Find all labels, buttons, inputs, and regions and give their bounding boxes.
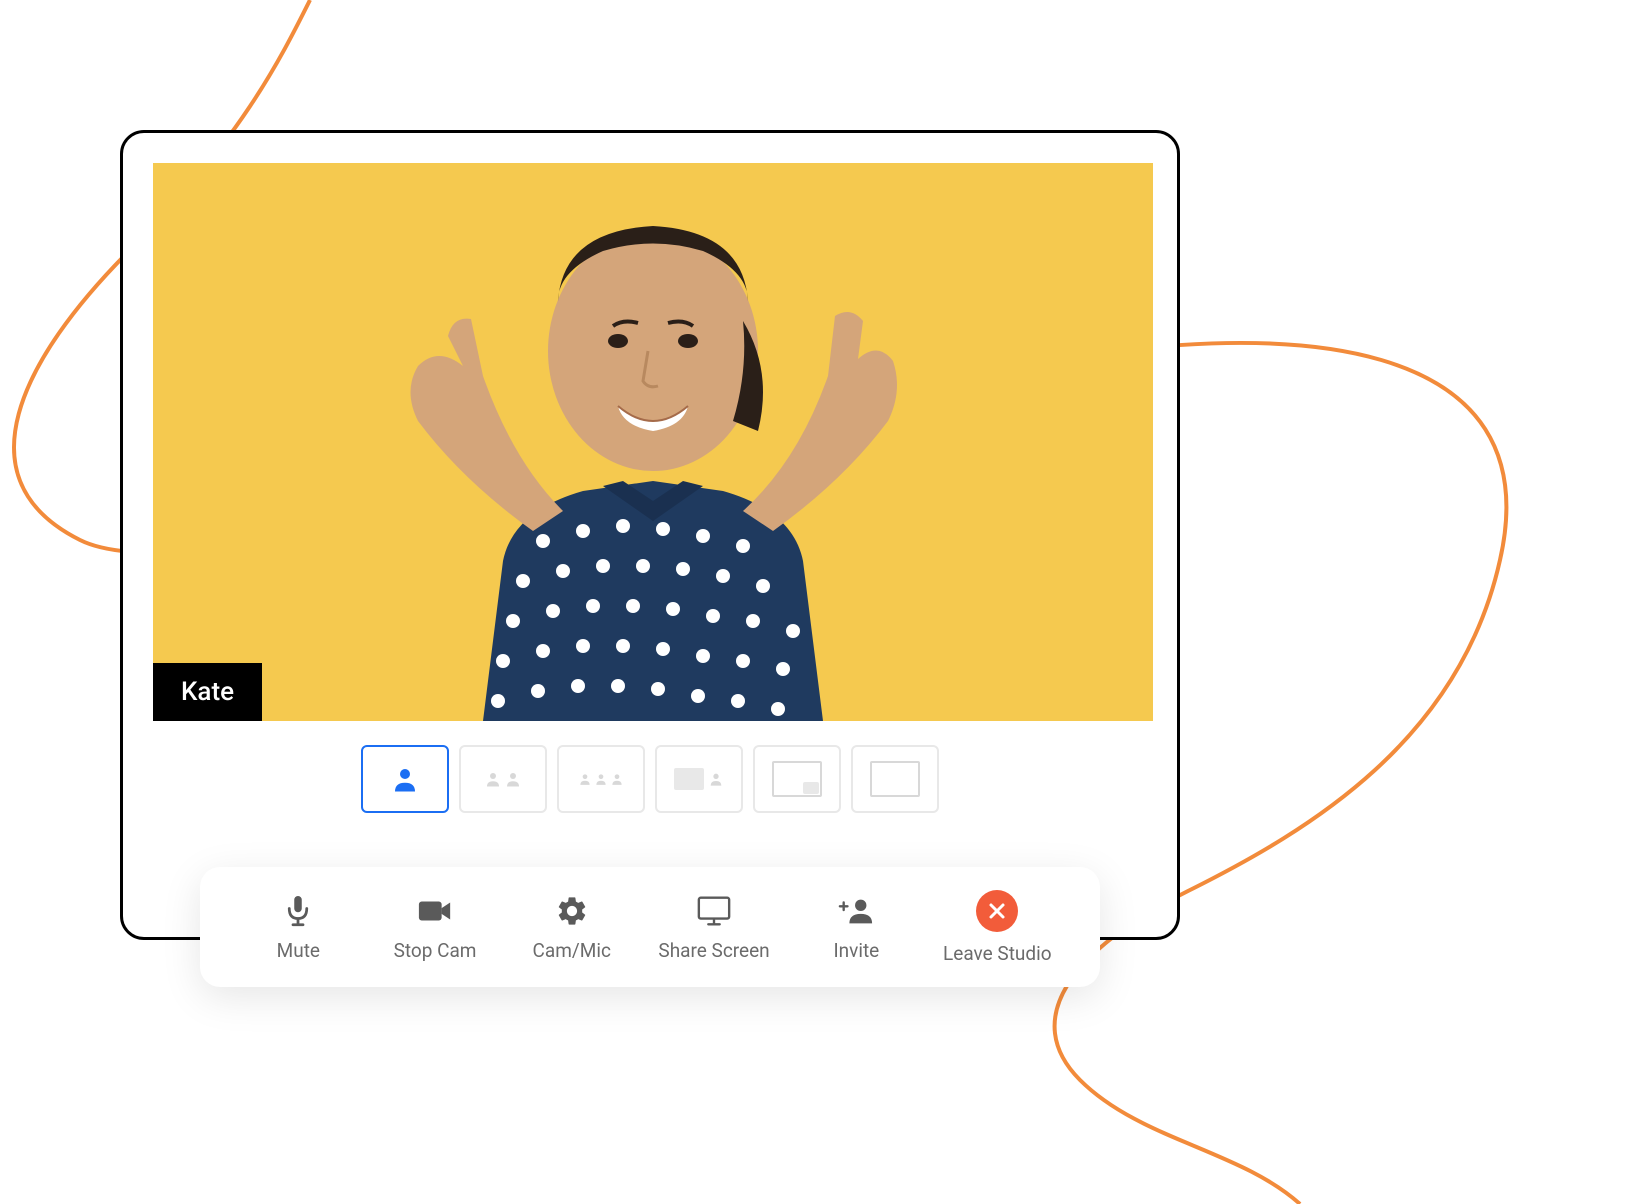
person-icon [708,771,724,787]
person-silhouette [303,221,1003,721]
screen-icon [674,768,704,790]
invite-button[interactable]: Invite [806,893,906,962]
layout-option-three[interactable] [557,745,645,813]
invite-label: Invite [833,939,879,962]
close-icon [976,890,1018,932]
layout-option-two[interactable] [459,745,547,813]
layout-option-screen-person[interactable] [655,745,743,813]
share-screen-button[interactable]: Share Screen [658,893,769,962]
stop-cam-label: Stop Cam [394,939,477,962]
layout-selector [361,745,939,813]
person-icon [610,772,624,786]
monitor-icon [696,893,732,929]
cam-mic-label: Cam/Mic [533,939,611,962]
video-feed: Kate [153,163,1153,721]
cam-mic-button[interactable]: Cam/Mic [522,893,622,962]
person-icon [594,772,608,786]
mute-label: Mute [277,939,320,962]
participant-name-badge: Kate [153,663,262,721]
studio-window: Kate [120,130,1180,940]
microphone-icon [280,893,316,929]
leave-label: Leave Studio [943,942,1052,965]
layout-option-full[interactable] [851,745,939,813]
layout-option-single[interactable] [361,745,449,813]
add-person-icon [838,893,874,929]
stop-cam-button[interactable]: Stop Cam [385,893,485,962]
control-toolbar: Mute Stop Cam Cam/Mic [200,867,1100,987]
person-icon [484,770,502,788]
leave-studio-button[interactable]: Leave Studio [943,890,1052,965]
person-icon [578,772,592,786]
person-icon [390,764,420,794]
camera-icon [417,893,453,929]
layout-option-pip[interactable] [753,745,841,813]
person-icon [504,770,522,788]
screen-icon [870,761,920,797]
participant-name: Kate [181,677,234,707]
pip-icon [803,782,819,794]
share-screen-label: Share Screen [658,939,769,962]
gear-icon [554,893,590,929]
participant-video [153,163,1153,721]
mute-button[interactable]: Mute [248,893,348,962]
